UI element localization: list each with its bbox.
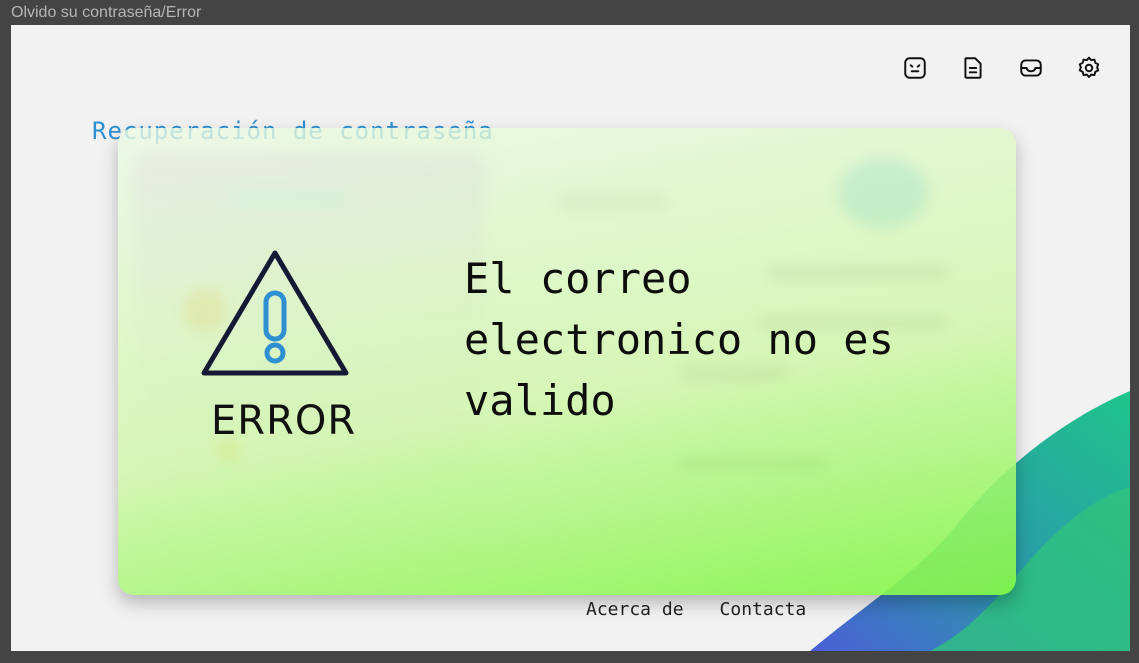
error-label: ERROR [211, 398, 357, 444]
app-canvas: Recuperación de contraseña Acerca de Con… [11, 25, 1130, 651]
document-icon[interactable] [956, 51, 990, 85]
face-icon[interactable] [898, 51, 932, 85]
window-title: Olvido su contraseña/Error [11, 4, 202, 21]
about-link[interactable]: Acerca de [586, 599, 684, 620]
error-message: El correo electronico no es valido [464, 254, 894, 425]
toolbar [898, 51, 1106, 85]
settings-gear-icon[interactable] [1072, 51, 1106, 85]
footer-links: Acerca de Contacta [586, 599, 806, 620]
inbox-icon[interactable] [1014, 51, 1048, 85]
contact-link[interactable]: Contacta [720, 599, 807, 620]
warning-triangle-icon [201, 250, 349, 376]
error-dialog: ERROR El correo electronico no es valido [118, 128, 1016, 595]
